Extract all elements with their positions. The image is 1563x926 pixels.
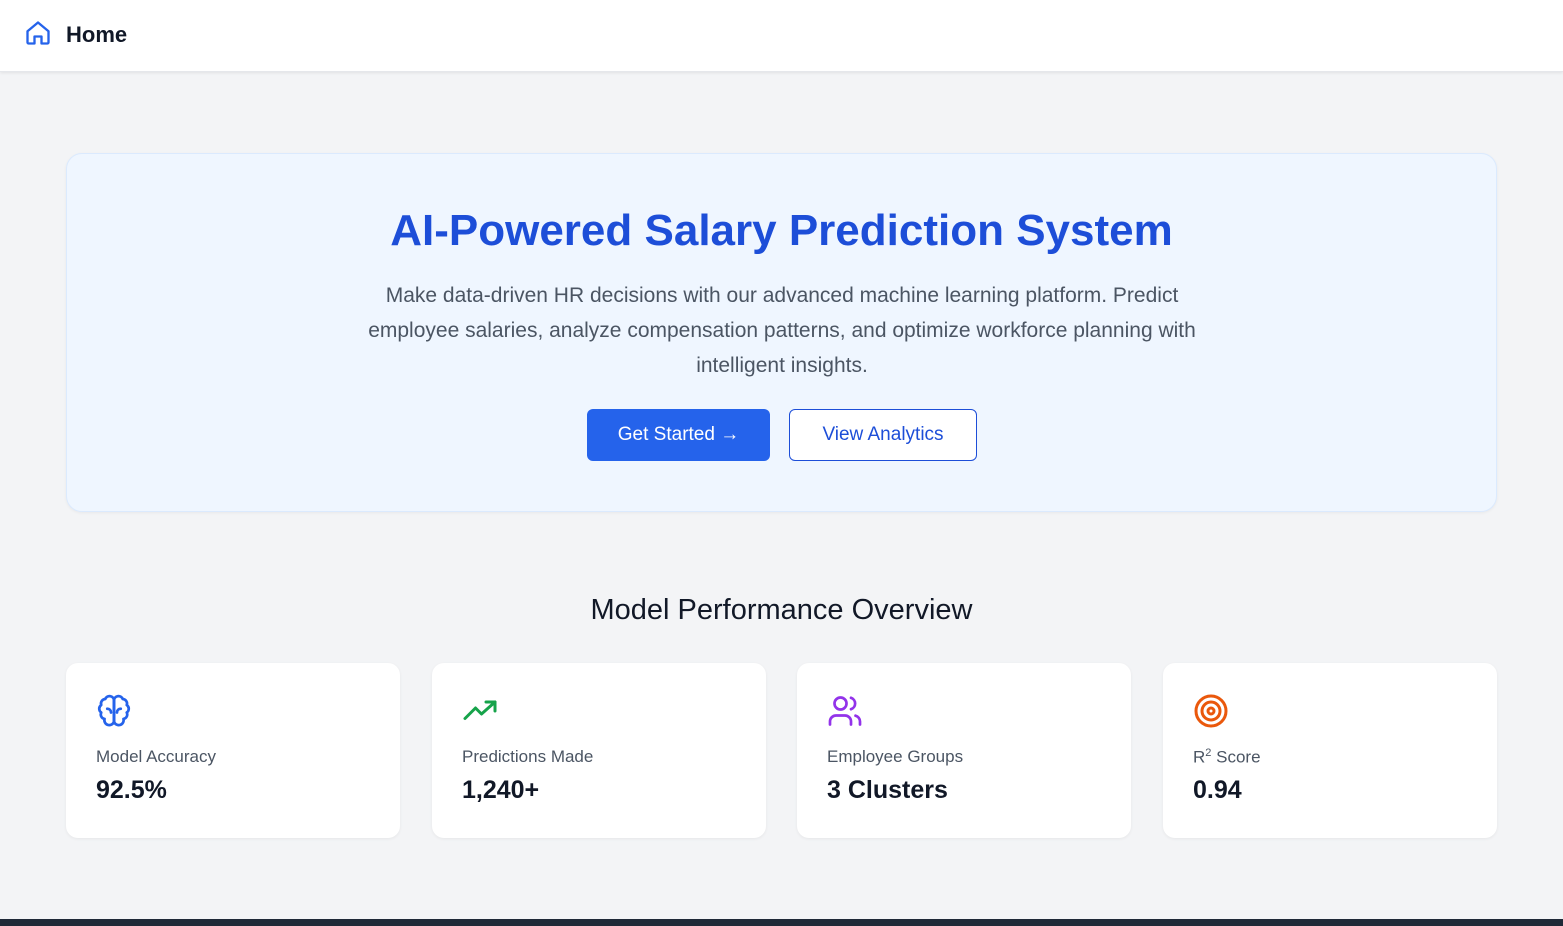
brain-icon [96,693,132,729]
r2-score-card: R2 Score 0.94 [1163,663,1497,838]
card-value: 1,240+ [462,776,540,804]
card-label: Employee Groups [827,747,964,766]
top-navbar: Home [0,0,1563,72]
card-value: 3 Clusters [827,776,948,804]
card-value: 0.94 [1193,776,1242,804]
hero-title: AI-Powered Salary Prediction System [390,206,1173,255]
overview-title: Model Performance Overview [590,594,973,626]
bottom-edge-bar [0,919,1563,926]
employee-groups-card: Employee Groups 3 Clusters [797,663,1131,838]
card-label: Model Accuracy [96,747,216,766]
hero-section: AI-Powered Salary Prediction System Make… [66,153,1497,512]
card-label: Predictions Made [462,747,594,766]
model-accuracy-card: Model Accuracy 92.5% [66,663,400,838]
trending-up-icon [462,693,498,729]
view-analytics-button[interactable]: View Analytics [789,409,977,461]
hero-description: Make data-driven HR decisions with our a… [368,284,1196,377]
card-value: 92.5% [96,776,167,804]
users-icon [827,693,863,729]
home-icon [24,19,52,52]
home-label: Home [66,22,128,47]
get-started-button[interactable]: Get Started → [587,409,770,461]
predictions-made-card: Predictions Made 1,240+ [432,663,766,838]
target-icon [1193,693,1229,729]
home-link[interactable]: Home [24,20,127,50]
card-label: R2 Score [1193,747,1261,767]
